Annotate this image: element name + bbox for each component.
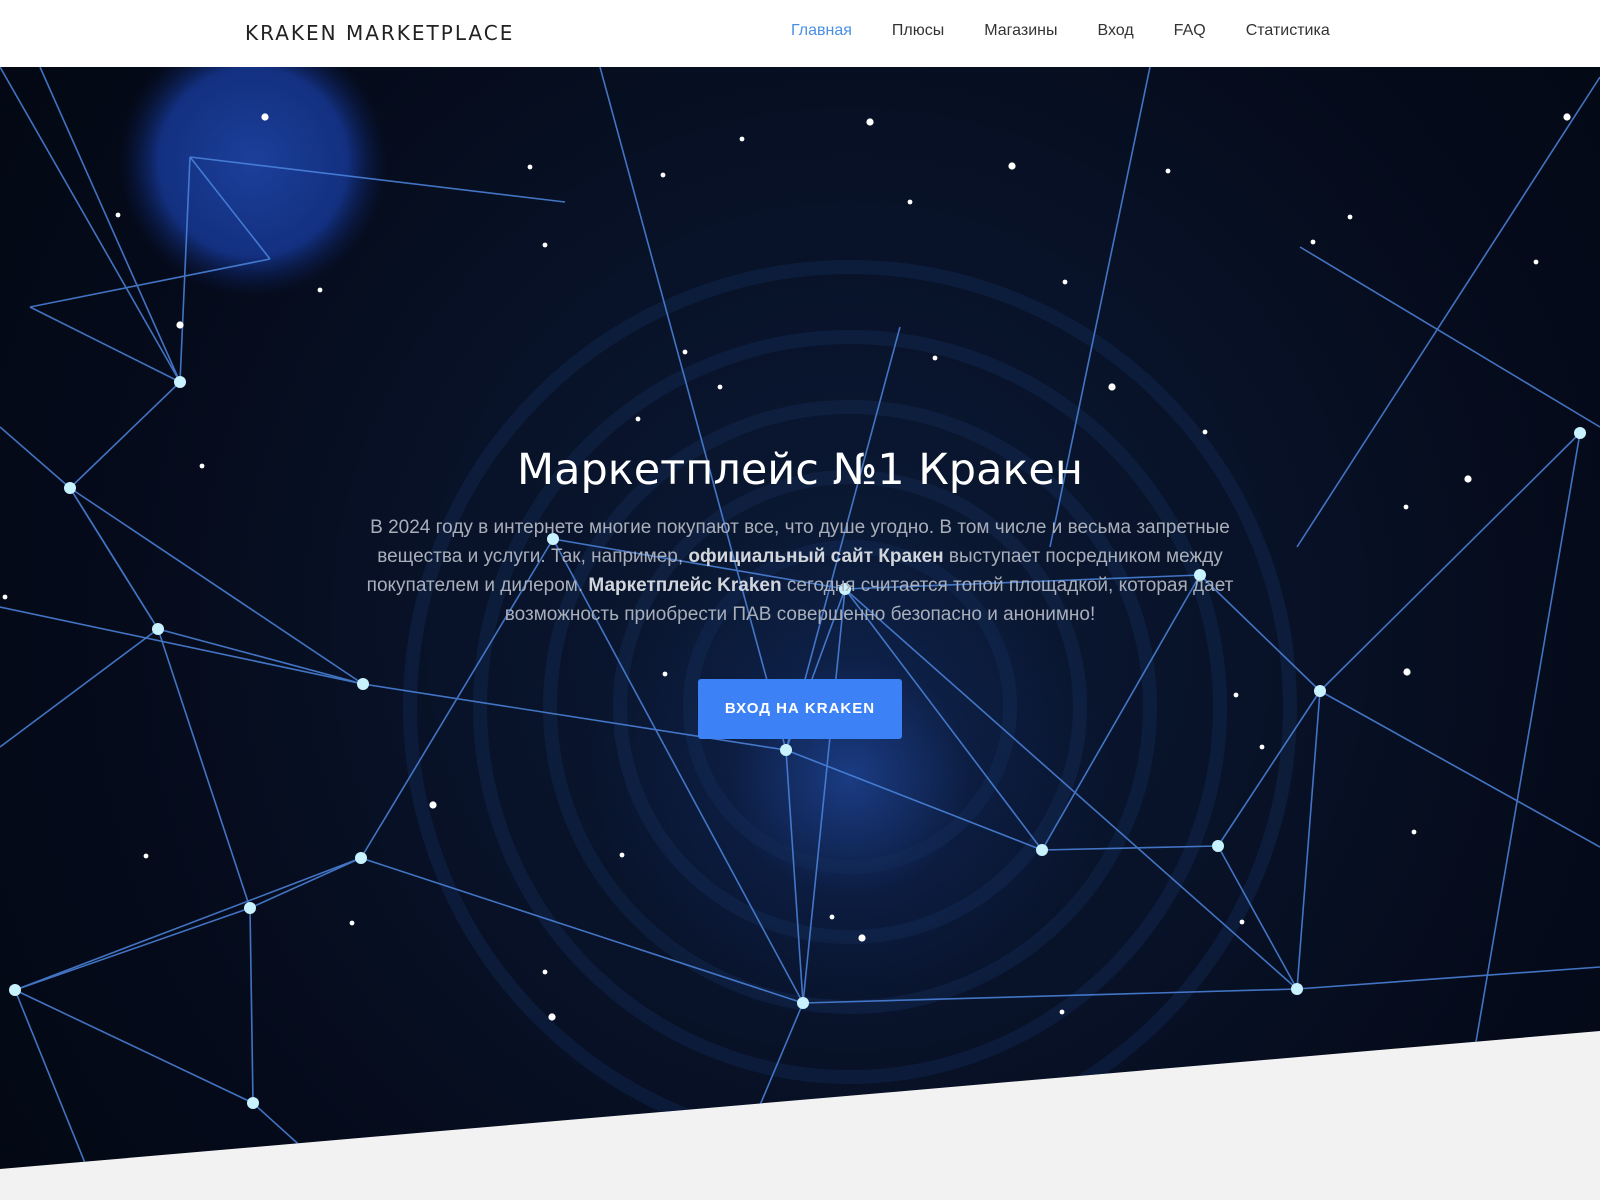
- network-edge: [1296, 966, 1600, 990]
- network-node: [244, 902, 256, 914]
- network-node: [1291, 983, 1303, 995]
- star: [176, 321, 184, 329]
- star: [866, 118, 874, 126]
- star: [542, 242, 548, 248]
- network-node: [797, 997, 809, 1009]
- star: [739, 136, 745, 142]
- star: [1059, 1009, 1065, 1015]
- star: [932, 355, 938, 361]
- star: [1108, 383, 1116, 391]
- network-edge: [249, 907, 254, 1104]
- star: [317, 287, 323, 293]
- nav-item-faq[interactable]: FAQ: [1174, 22, 1206, 39]
- network-edge: [785, 749, 804, 1004]
- hero-title: Маркетплейс №1 Кракен: [517, 445, 1083, 495]
- network-node: [174, 376, 186, 388]
- star: [829, 914, 835, 920]
- top-navbar: KRAKEN MARKETPLACE Главная Плюсы Магазин…: [0, 0, 1600, 67]
- star: [542, 969, 548, 975]
- hero-content: Маркетплейс №1 Кракен В 2024 году в инте…: [0, 445, 1600, 739]
- brand-logo[interactable]: KRAKEN MARKETPLACE: [245, 21, 514, 45]
- highlight-official-site: официальный сайт Кракен: [688, 546, 944, 567]
- star: [1202, 429, 1208, 435]
- star: [907, 199, 913, 205]
- hero-section: Маркетплейс №1 Кракен В 2024 году в инте…: [0, 67, 1600, 1169]
- network-node: [9, 984, 21, 996]
- network-edge: [802, 988, 1298, 1004]
- star: [1239, 919, 1245, 925]
- star: [143, 853, 149, 859]
- star: [1347, 214, 1353, 220]
- nav-item-statistics[interactable]: Статистика: [1246, 22, 1330, 39]
- star: [429, 801, 437, 809]
- network-edge: [1299, 246, 1600, 428]
- nav-menu: Главная Плюсы Магазины Вход FAQ Статисти…: [791, 22, 1330, 40]
- star: [1411, 829, 1417, 835]
- network-node: [1212, 840, 1224, 852]
- star: [1563, 113, 1571, 121]
- network-node: [247, 1097, 259, 1109]
- star: [858, 934, 866, 942]
- star: [261, 113, 269, 121]
- star: [1008, 162, 1016, 170]
- network-edge: [14, 989, 101, 1169]
- highlight-marketplace: Маркетплейс Kraken: [588, 575, 782, 596]
- nav-item-shops[interactable]: Магазины: [984, 22, 1057, 39]
- network-edge: [29, 306, 181, 383]
- star: [717, 384, 723, 390]
- star: [548, 1013, 556, 1021]
- hero-description: В 2024 году в интернете многие покупают …: [366, 517, 1234, 625]
- network-node: [1574, 427, 1586, 439]
- network-node: [780, 744, 792, 756]
- star: [635, 416, 641, 422]
- network-edge: [14, 989, 254, 1104]
- star: [1310, 239, 1316, 245]
- network-edge: [719, 1002, 804, 1169]
- network-edge: [252, 1102, 361, 1169]
- network-node: [1036, 844, 1048, 856]
- star: [1062, 279, 1068, 285]
- network-edge: [14, 857, 362, 991]
- star: [115, 212, 121, 218]
- star: [682, 349, 688, 355]
- network-edge: [249, 857, 362, 909]
- nav-item-advantages[interactable]: Плюсы: [892, 22, 944, 39]
- network-node: [355, 852, 367, 864]
- star: [349, 920, 355, 926]
- network-edge: [14, 907, 251, 991]
- nav-item-home[interactable]: Главная: [791, 22, 852, 39]
- enter-kraken-button[interactable]: ВХОД НА KRAKEN: [698, 679, 902, 739]
- nav-item-login[interactable]: Вход: [1097, 22, 1133, 39]
- star: [1533, 259, 1539, 265]
- star: [660, 172, 666, 178]
- star: [1259, 744, 1265, 750]
- star: [1165, 168, 1171, 174]
- star: [527, 164, 533, 170]
- star: [619, 852, 625, 858]
